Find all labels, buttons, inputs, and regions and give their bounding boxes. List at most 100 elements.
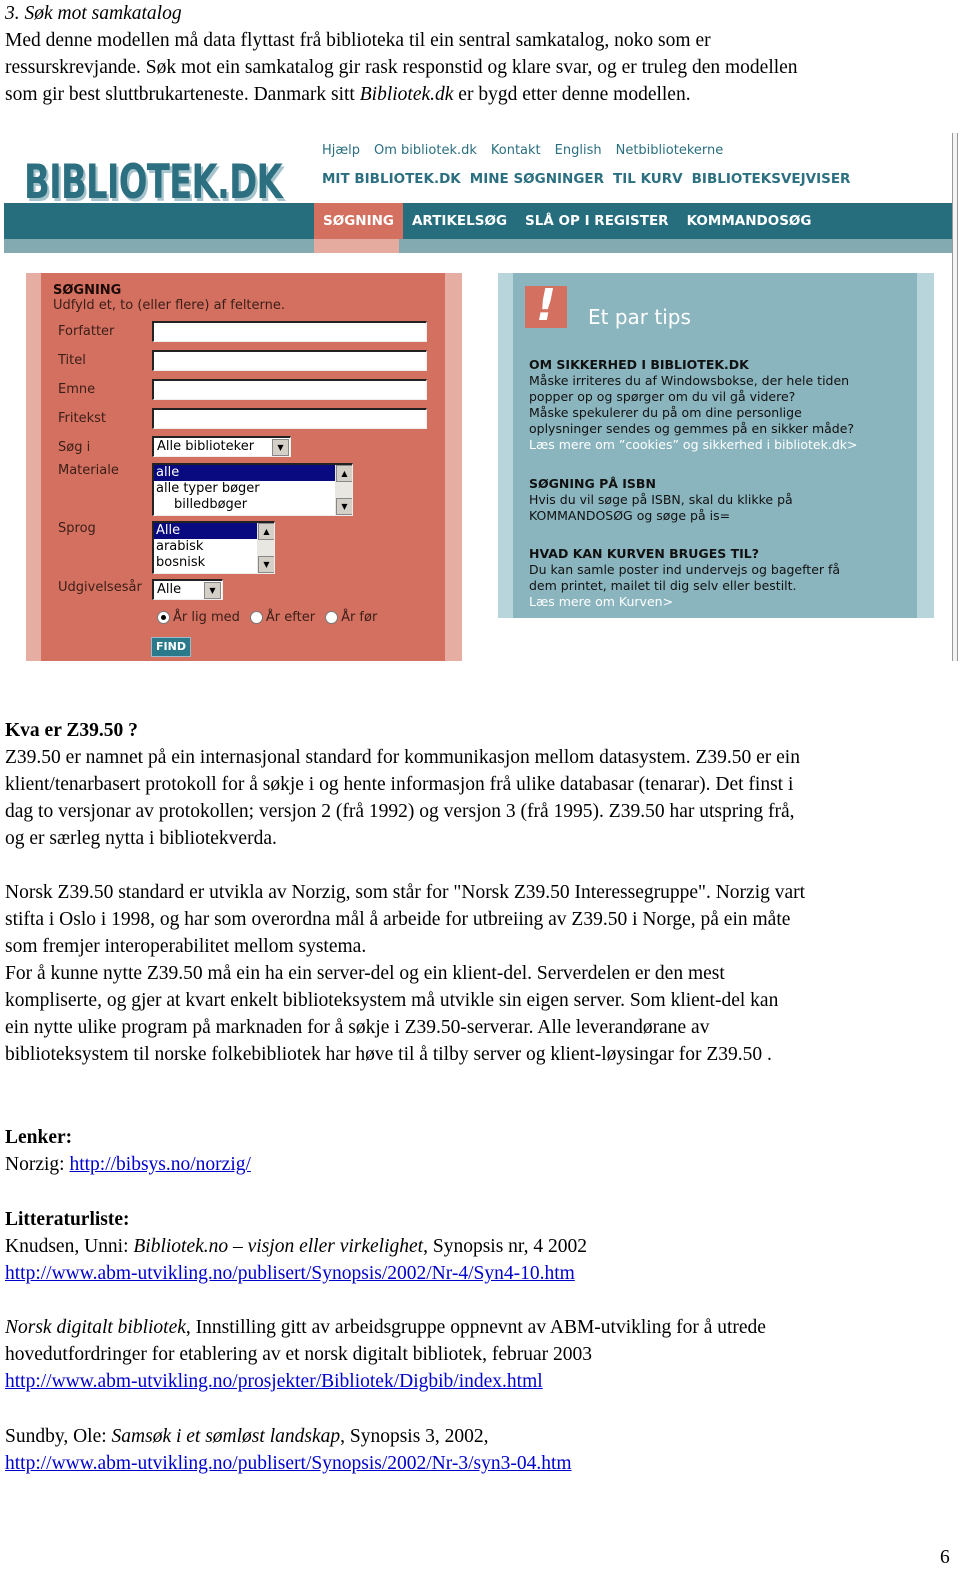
ref-source: , Synopsis nr, 4 2002: [423, 1236, 587, 1257]
intro-line: Med denne modellen må data flyttast frå …: [5, 30, 711, 51]
sog-i-select[interactable]: Alle biblioteker ▼: [152, 436, 291, 457]
radio-label: År efter: [265, 610, 316, 625]
radio-label: År lig med: [173, 610, 240, 625]
site-logo[interactable]: BIBLIOTEK.DK: [24, 155, 283, 210]
tip-heading: SØGNING PÅ ISBN: [529, 476, 656, 491]
radio-unchecked-icon[interactable]: [249, 611, 263, 624]
tip-more-link[interactable]: Læs mere om ”cookies” og sikkerhed i bib…: [529, 437, 909, 453]
intro-text: som gir best sluttbrukarteneste. Danmark…: [5, 84, 360, 105]
chevron-down-icon[interactable]: ▼: [336, 498, 352, 515]
list-option[interactable]: billedbøger: [154, 497, 352, 513]
norzig-link[interactable]: http://bibsys.no/norzig/: [69, 1154, 250, 1175]
tip-isbn: SØGNING PÅ ISBN Hvis du vil søge på ISBN…: [529, 476, 909, 524]
tips-panel: ! Et par tips OM SIKKERHED I BIBLIOTEK.D…: [498, 273, 934, 618]
list-scrollbar[interactable]: ▲ ▼: [257, 523, 274, 573]
link-kontakt[interactable]: Kontakt: [491, 143, 541, 158]
main-links: MIT BIBLIOTEK.DK MINE SØGNINGER TIL KURV BI…: [322, 171, 859, 187]
radio-checked-icon[interactable]: [157, 611, 170, 624]
z3950-heading: Kva er Z39.50 ?: [5, 720, 138, 741]
body-line: For å kunne nytte Z39.50 må ein ha ein s…: [5, 963, 725, 984]
reference-link[interactable]: http://www.abm-utvikling.no/publisert/Sy…: [5, 1453, 572, 1474]
chevron-down-icon[interactable]: ▼: [272, 439, 289, 456]
tip-heading: HVAD KAN KURVEN BRUGES TIL?: [529, 546, 759, 561]
bibliotek-dk-screenshot: BIBLIOTEK.DK Hjælp Om bibliotek.dk Kontakt…: [4, 133, 958, 663]
materiale-list[interactable]: alle alle typer bøger billedbøger ▲ ▼: [152, 463, 353, 516]
search-subtitle: Udfyld et, to (eller flere) af felterne.: [53, 298, 286, 313]
chevron-down-icon[interactable]: ▼: [204, 582, 221, 599]
tip-body: dem printet, mailet til dig selv eller b…: [529, 578, 797, 593]
link-hjaelp[interactable]: Hjælp: [322, 143, 360, 158]
sog-i-label: Søg i: [58, 440, 91, 455]
tip-body: Måske spekulerer du på om dine personlig…: [529, 405, 802, 420]
link-til-kurv[interactable]: TIL KURV: [613, 171, 683, 187]
link-prefix: Norzig:: [5, 1154, 70, 1175]
body-line: Z39.50 er namnet på ein internasjonal st…: [5, 747, 800, 768]
body-line: som fremjer interoperabilitet mellom sys…: [5, 936, 367, 957]
udgivelsesaar-label: Udgivelsesår: [58, 580, 142, 595]
link-netbibliotekerne[interactable]: Netbibliotekerne: [616, 143, 724, 158]
tab-artikelsog[interactable]: ARTIKELSØG: [403, 203, 516, 239]
field-label: Forfatter: [58, 324, 115, 339]
chevron-up-icon[interactable]: ▲: [258, 523, 274, 540]
link-english[interactable]: English: [555, 143, 602, 158]
sprog-label: Sprog: [58, 521, 96, 536]
section-heading: 3. Søk mot samkatalog: [5, 3, 182, 24]
body-line: klient/tenarbasert protokoll for å søkje…: [5, 774, 794, 795]
list-option[interactable]: alle: [154, 465, 352, 481]
list-option[interactable]: Alle: [154, 523, 274, 539]
list-option[interactable]: bosnisk: [154, 555, 274, 571]
intro-line: ressurskrevjande. Søk mot ein samkatalog…: [5, 57, 798, 78]
exclamation-icon: !: [525, 284, 567, 328]
header-subbar: [4, 239, 952, 253]
list-scrollbar[interactable]: ▲ ▼: [335, 465, 352, 515]
chevron-up-icon[interactable]: ▲: [336, 465, 352, 482]
udgivelsesaar-select[interactable]: Alle ▼: [152, 579, 223, 600]
link-biblioteksvejviser[interactable]: BIBLIOTEKSVEJVISER: [692, 171, 851, 187]
emne-input[interactable]: [152, 379, 427, 400]
field-label: Emne: [58, 382, 96, 397]
radio-ar-efter[interactable]: År efter: [249, 610, 316, 625]
sprog-list[interactable]: Alle arabisk bosnisk ▲ ▼: [152, 521, 275, 574]
link-mine-sogninger[interactable]: MINE SØGNINGER: [470, 171, 604, 187]
tip-kurv: HVAD KAN KURVEN BRUGES TIL? Du kan samle…: [529, 546, 909, 610]
ref-author: Sundby, Ole:: [5, 1426, 112, 1447]
active-tab-underline: [314, 239, 399, 253]
radio-ar-lig-med[interactable]: År lig med: [157, 610, 240, 625]
intro-text: er bygd etter denne modellen.: [453, 84, 691, 105]
fritekst-input[interactable]: [152, 408, 427, 429]
reference-url-line: http://www.abm-utvikling.no/publisert/Sy…: [5, 1450, 572, 1477]
ref-source: , Innstilling gitt av arbeidsgruppe oppn…: [185, 1317, 766, 1338]
reference-line: hovedutfordringer for etablering av et n…: [5, 1344, 592, 1365]
body-line: og er særleg nytta i bibliotekverda.: [5, 828, 277, 849]
radio-unchecked-icon[interactable]: [325, 611, 339, 624]
tips-title: Et par tips: [588, 305, 691, 329]
body-line: ein nytte ulike program på marknaden for…: [5, 1017, 710, 1038]
literature-heading: Litteraturliste:: [5, 1209, 130, 1230]
link-om[interactable]: Om bibliotek.dk: [374, 143, 477, 158]
find-button[interactable]: FIND: [151, 637, 191, 657]
ref-title: Norsk digitalt bibliotek: [5, 1317, 186, 1338]
tab-sla-op[interactable]: SLÅ OP I REGISTER: [516, 203, 678, 239]
tip-more-link[interactable]: Læs mere om Kurven>: [529, 594, 909, 610]
list-option[interactable]: alle typer bøger: [154, 481, 352, 497]
link-mit-bibliotek[interactable]: MIT BIBLIOTEK.DK: [322, 171, 461, 187]
scrollbar[interactable]: [952, 133, 958, 661]
chevron-down-icon[interactable]: ▼: [258, 556, 274, 573]
reference-url-line: http://www.abm-utvikling.no/prosjekter/B…: [5, 1368, 543, 1395]
reference-line: Norsk digitalt bibliotek, Innstilling gi…: [5, 1314, 766, 1341]
reference-line: Knudsen, Unni: Bibliotek.no – visjon ell…: [5, 1233, 587, 1260]
radio-ar-for[interactable]: År før: [325, 610, 377, 625]
list-option[interactable]: arabisk: [154, 539, 274, 555]
sog-i-value: Alle biblioteker: [157, 439, 255, 454]
nav-tabs: SØGNING ARTIKELSØG SLÅ OP I REGISTER KOM…: [314, 203, 821, 239]
year-radio-group: År lig med År efter År før: [157, 610, 377, 625]
tab-sogning[interactable]: SØGNING: [314, 203, 403, 239]
tip-body: popper op og spørger om du vil gå videre…: [529, 389, 796, 404]
top-links: Hjælp Om bibliotek.dk Kontakt English Netbib…: [322, 143, 737, 158]
forfatter-input[interactable]: [152, 321, 427, 342]
body-line: kompliserte, og gjer at kvart enkelt bib…: [5, 990, 779, 1011]
reference-link[interactable]: http://www.abm-utvikling.no/publisert/Sy…: [5, 1263, 575, 1284]
titel-input[interactable]: [152, 350, 427, 371]
reference-link[interactable]: http://www.abm-utvikling.no/prosjekter/B…: [5, 1371, 543, 1392]
tab-kommandosog[interactable]: KOMMANDOSØG: [678, 203, 821, 239]
